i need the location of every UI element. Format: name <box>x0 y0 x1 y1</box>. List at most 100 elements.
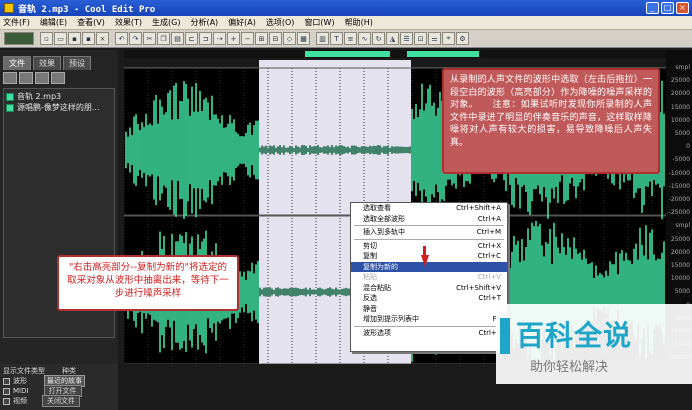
video-checkbox[interactable] <box>3 397 10 405</box>
marker-icon[interactable]: ◇ <box>283 32 296 45</box>
save-icon[interactable]: ▪ <box>68 32 81 45</box>
close-file-icon[interactable] <box>19 72 33 84</box>
insert-file-icon[interactable] <box>35 72 49 84</box>
mode-switch-button[interactable] <box>4 32 34 45</box>
menu-separator <box>354 238 504 240</box>
zoom-full-icon[interactable]: ⊞ <box>255 32 268 45</box>
zoom-selection-icon[interactable]: ⊟ <box>269 32 282 45</box>
snap-icon[interactable]: ⌖ <box>442 32 455 45</box>
tab-presets[interactable]: 预设 <box>63 56 91 70</box>
toolbar: ▫ ▭ ▪ ▪ × ↶ ↷ ✂ ❐ ▤ ⊏ ⊐ ⇢ + − ⊞ ⊟ ◇ ▦ ▥ … <box>0 30 692 48</box>
list-item[interactable]: 源唱鹏-像梦这样的朋... <box>6 102 112 113</box>
redo-icon[interactable]: ↷ <box>129 32 142 45</box>
menu-analyze[interactable]: 分析(A) <box>190 17 218 28</box>
mixer-icon[interactable]: ⚌ <box>428 32 441 45</box>
tab-effects[interactable]: 效果 <box>33 56 61 70</box>
menu-effects[interactable]: 效果(T) <box>115 17 142 28</box>
menu-bar: 文件(F) 编辑(E) 查看(V) 效果(T) 生成(G) 分析(A) 偏好(A… <box>0 16 692 30</box>
menu-item-shortcut: Ctrl+T <box>478 294 501 303</box>
cue-icon[interactable]: ⊡ <box>414 32 427 45</box>
mix-paste-icon[interactable]: ⊐ <box>199 32 212 45</box>
open-icon[interactable]: ▭ <box>54 32 67 45</box>
wave-option-label: 波形 <box>13 377 27 385</box>
cut-icon[interactable]: ✂ <box>143 32 156 45</box>
menu-item-shortcut: Ctrl+X <box>477 241 501 250</box>
context-menu-item[interactable]: 选取全部波形 Ctrl+A <box>351 214 507 225</box>
trim-icon[interactable]: ⊏ <box>185 32 198 45</box>
spectral-icon[interactable]: ▦ <box>297 32 310 45</box>
menu-item-shortcut: Ctrl+Shift+A <box>456 204 501 213</box>
file-name: 音轨 2.mp3 <box>17 92 62 101</box>
undo-icon[interactable]: ↶ <box>115 32 128 45</box>
envelope-icon[interactable]: ∿ <box>358 32 371 45</box>
context-menu-item[interactable]: 波形选项 Ctrl+P <box>351 328 507 339</box>
scale-label: -5000 <box>672 156 690 164</box>
menu-favorites[interactable]: 偏好(A) <box>228 17 256 28</box>
context-menu-item[interactable]: 剪切 Ctrl+X <box>351 241 507 252</box>
scale-label: 15000 <box>670 103 690 111</box>
frequency-icon[interactable]: ▥ <box>316 32 329 45</box>
paste-icon[interactable]: ▤ <box>171 32 184 45</box>
close-file-icon[interactable]: × <box>96 32 109 45</box>
open-file-icon[interactable] <box>3 72 17 84</box>
edit-file-icon[interactable] <box>51 72 65 84</box>
scale-label: 10000 <box>670 275 690 283</box>
minimize-button[interactable]: _ <box>646 2 659 14</box>
copy-icon[interactable]: ❐ <box>157 32 170 45</box>
context-menu-item[interactable]: 复制 Ctrl+C <box>351 251 507 262</box>
scale-label: 10000 <box>670 116 690 124</box>
zoom-in-icon[interactable]: + <box>227 32 240 45</box>
file-panel: 文件 效果 预设 音轨 2.mp3 源唱鹏-像梦这样的朋... <box>0 50 118 364</box>
watermark: 百科全说 助你轻松解决 <box>496 304 692 384</box>
menu-window[interactable]: 窗口(W) <box>304 17 334 28</box>
align-icon[interactable]: ≡ <box>344 32 357 45</box>
scale-label: 0 <box>686 143 690 151</box>
menu-file[interactable]: 文件(F) <box>3 17 30 28</box>
app-icon <box>4 3 14 13</box>
loop-icon[interactable]: ↻ <box>372 32 385 45</box>
menu-item-label: 选取全部波形 <box>363 214 405 223</box>
menu-options[interactable]: 选项(O) <box>266 17 295 28</box>
watermark-logo-icon <box>500 318 510 354</box>
list-item[interactable]: 音轨 2.mp3 <box>6 91 112 102</box>
menu-help[interactable]: 帮助(H) <box>345 17 373 28</box>
text-icon[interactable]: T <box>330 32 343 45</box>
wave-file-icon <box>6 103 14 112</box>
metronome-icon[interactable]: ◮ <box>386 32 399 45</box>
select-icon[interactable]: ⇢ <box>213 32 226 45</box>
scale-label: 20000 <box>670 248 690 256</box>
menu-view[interactable]: 查看(V) <box>77 17 105 28</box>
playlist-icon[interactable]: ☰ <box>400 32 413 45</box>
save-as-icon[interactable]: ▪ <box>82 32 95 45</box>
context-menu-item[interactable]: 混合粘贴 Ctrl+Shift+V <box>351 283 507 294</box>
context-menu-item[interactable]: 选取查看 Ctrl+Shift+A <box>351 203 507 214</box>
midi-option-label: MIDI <box>13 387 29 395</box>
context-menu-item[interactable]: 插入到多轨中 Ctrl+M <box>351 227 507 238</box>
red-arrowhead-icon <box>421 255 429 267</box>
menu-item-label: 混合粘贴 <box>363 283 391 292</box>
context-menu-item[interactable]: 增加到提示列表中F8 <box>351 314 507 325</box>
midi-checkbox[interactable] <box>3 387 10 395</box>
zoom-out-icon[interactable]: − <box>241 32 254 45</box>
menu-item-label: 粘贴 <box>363 273 377 282</box>
wave-checkbox[interactable] <box>3 377 10 385</box>
wave-file-icon <box>6 92 14 101</box>
context-menu-item[interactable]: 复制为新的 <box>351 261 507 272</box>
window-controls: _ □ × <box>646 2 689 14</box>
close-button[interactable]: × <box>676 2 689 14</box>
context-menu-item[interactable]: 粘贴 Ctrl+V <box>351 272 507 283</box>
context-menu-item[interactable]: 静音 <box>351 304 507 315</box>
menu-item-label: 静音 <box>363 304 377 313</box>
scale-label: 15000 <box>670 262 690 269</box>
maximize-button[interactable]: □ <box>661 2 674 14</box>
tab-files[interactable]: 文件 <box>3 56 31 70</box>
new-icon[interactable]: ▫ <box>40 32 53 45</box>
menu-generate[interactable]: 生成(G) <box>152 17 180 28</box>
menu-item-label: 复制为新的 <box>363 262 398 271</box>
context-menu-item[interactable]: 反选 Ctrl+T <box>351 293 507 304</box>
close-file-button[interactable]: 关闭文件 <box>42 395 80 407</box>
menu-edit[interactable]: 编辑(E) <box>40 17 67 28</box>
file-name: 源唱鹏-像梦这样的朋... <box>17 103 100 112</box>
tool-icon[interactable]: ⚙ <box>456 32 469 45</box>
scale-label: smpl <box>675 222 690 230</box>
